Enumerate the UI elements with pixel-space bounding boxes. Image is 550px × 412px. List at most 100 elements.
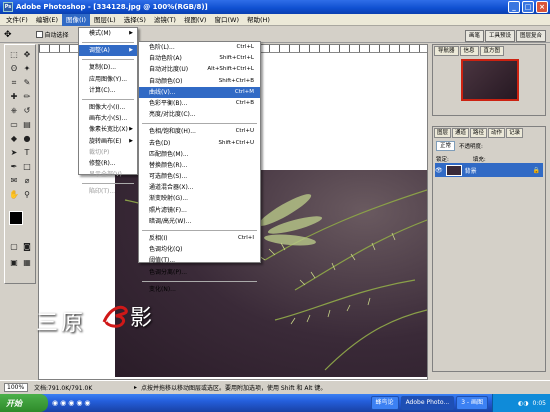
menu-item[interactable]: 可选颜色(S)...	[139, 171, 260, 182]
tab-channels[interactable]: 通道	[452, 128, 470, 138]
tab-layers[interactable]: 图层	[434, 128, 452, 138]
eye-icon[interactable]: 👁	[435, 167, 443, 174]
healing-brush-icon[interactable]: ✚	[8, 91, 20, 103]
taskbar-item-forum[interactable]: 蜂鸟论	[370, 396, 399, 410]
menu-item[interactable]: 色彩平衡(B)... Ctrl+B	[139, 98, 260, 109]
tab-navigator[interactable]: 导航器	[434, 46, 459, 56]
fullscreen-mode-icon[interactable]: ▦	[21, 257, 33, 269]
menu-item[interactable]: 阈值(T)...	[139, 255, 260, 266]
menu-item[interactable]: 曲线(V)... Ctrl+M	[139, 86, 260, 98]
gradient-tool-icon[interactable]: ▤	[21, 119, 33, 131]
quicklaunch-icons[interactable]: ◉◉◉◉◉	[52, 399, 93, 407]
menu-item[interactable]: 照片滤镜(F)...	[139, 205, 260, 216]
navigator-thumbnail[interactable]	[461, 59, 519, 101]
menu-file[interactable]: 文件(F)	[2, 14, 32, 26]
auto-select-label: 自动选择	[44, 32, 69, 39]
start-button[interactable]: 开始	[0, 394, 48, 412]
system-tray: ◐◑ 0:05	[492, 394, 550, 412]
pen-tool-icon[interactable]: ✒	[8, 161, 20, 173]
clone-stamp-icon[interactable]: ⎈	[8, 105, 20, 117]
slice-tool-icon[interactable]: ✎	[21, 77, 33, 89]
standard-mode-icon[interactable]: ▢	[8, 241, 20, 253]
zoom-tool-icon[interactable]: ⚲	[21, 189, 33, 201]
menu-help[interactable]: 帮助(H)	[243, 14, 274, 26]
menu-select[interactable]: 选择(S)	[120, 14, 150, 26]
menu-item[interactable]: 匹配颜色(M)...	[139, 149, 260, 160]
screen-mode-icon[interactable]: ▣	[8, 257, 20, 269]
menu-item[interactable]: 色调均化(Q)	[139, 244, 260, 255]
taskbar-item-photoshop[interactable]: Adobe Photo...	[400, 396, 455, 410]
tab-histogram[interactable]: 直方图	[479, 46, 505, 56]
menu-item[interactable]: 计算(C)...	[79, 85, 137, 96]
menu-item[interactable]: 暗调/高光(W)...	[139, 216, 260, 227]
move-tool-icon[interactable]: ✥	[21, 49, 33, 61]
palette-tab-brushes[interactable]: 画笔	[464, 30, 484, 42]
blur-tool-icon[interactable]: ◆	[8, 133, 20, 145]
menu-item[interactable]: 反相(I) Ctrl+I	[139, 233, 260, 244]
tray-icons[interactable]: ◐◑	[518, 400, 528, 407]
foreground-color-swatch[interactable]	[9, 211, 23, 225]
menu-item[interactable]: 图像大小(I)...	[79, 102, 137, 113]
menu-item[interactable]: 色阶(L)... Ctrl+L	[139, 42, 260, 53]
lasso-tool-icon[interactable]: ʘ	[8, 63, 20, 75]
menu-item[interactable]: 应用图像(Y)...	[79, 74, 137, 85]
marquee-tool-icon[interactable]: ⬚	[8, 49, 20, 61]
menu-item[interactable]: 像素长宽比(X) ▶	[79, 124, 137, 135]
close-button[interactable]: ×	[536, 1, 548, 13]
tab-actions[interactable]: 动作	[488, 128, 506, 138]
menu-filter[interactable]: 滤镜(T)	[150, 14, 180, 26]
tab-info[interactable]: 信息	[459, 46, 479, 56]
menu-item[interactable]: 色相/饱和度(H)... Ctrl+U	[139, 126, 260, 137]
menu-item[interactable]: 色调分离(P)...	[139, 267, 260, 278]
menu-item[interactable]: 渐变映射(G)...	[139, 193, 260, 204]
type-tool-icon[interactable]: T	[21, 147, 33, 159]
menu-item[interactable]: 自动色阶(A) Shift+Ctrl+L	[139, 53, 260, 64]
submenu-arrow-icon: ▶	[129, 47, 133, 54]
path-select-icon[interactable]: ➤	[8, 147, 20, 159]
arrow-icon[interactable]: ▸	[134, 384, 137, 391]
minimize-button[interactable]: _	[508, 1, 520, 13]
menu-item[interactable]: 调整(A) ▶	[79, 45, 137, 57]
menu-item[interactable]: 旋转画布(E) ▶	[79, 136, 137, 147]
layer-row-background[interactable]: 👁 背景 🔒	[435, 163, 543, 177]
history-brush-icon[interactable]: ↺	[21, 105, 33, 117]
hand-tool-icon[interactable]: ✋	[8, 189, 20, 201]
shape-tool-icon[interactable]: □	[21, 161, 33, 173]
blend-mode-select[interactable]: 正常	[436, 141, 456, 151]
menu-item-label: 计算(C)...	[89, 86, 116, 94]
menu-edit[interactable]: 编辑(E)	[32, 14, 62, 26]
menu-window[interactable]: 窗口(W)	[210, 14, 243, 26]
notes-tool-icon[interactable]: ✉	[8, 175, 20, 187]
menu-view[interactable]: 视图(V)	[180, 14, 211, 26]
menu-item[interactable]: 去色(D) Shift+Ctrl+U	[139, 138, 260, 149]
menu-item[interactable]: 通道混合器(X)...	[139, 182, 260, 193]
menu-item[interactable]: 模式(M) ▶	[79, 28, 137, 39]
crop-tool-icon[interactable]: ⌗	[8, 77, 20, 89]
tab-history[interactable]: 记录	[506, 128, 524, 138]
menu-item[interactable]: 自动对比度(U) Alt+Shift+Ctrl+L	[139, 64, 260, 75]
menu-item[interactable]: 复制(D)...	[79, 62, 137, 73]
menu-item[interactable]: 变化(N)...	[139, 284, 260, 295]
tab-paths[interactable]: 路径	[470, 128, 488, 138]
menu-item[interactable]: 画布大小(S)...	[79, 113, 137, 124]
menu-item[interactable]: 亮度/对比度(C)...	[139, 109, 260, 120]
menu-item[interactable]: 自动颜色(O) Shift+Ctrl+B	[139, 76, 260, 87]
auto-select-checkbox[interactable]	[35, 31, 43, 38]
quick-mask-icon[interactable]: ◙	[21, 241, 33, 253]
menu-layer[interactable]: 图层(L)	[90, 14, 120, 26]
palette-tab-tool-presets[interactable]: 工具预设	[484, 30, 515, 42]
taskbar-item-paint[interactable]: 3 - 画图	[456, 396, 488, 410]
eyedropper-tool-icon[interactable]: ⌀	[21, 175, 33, 187]
magic-wand-tool-icon[interactable]: ✦	[21, 63, 33, 75]
menu-image[interactable]: 图像(I)	[62, 13, 90, 26]
eraser-tool-icon[interactable]: ▭	[8, 119, 20, 131]
menu-item[interactable]: 修整(R)...	[79, 158, 137, 169]
menu-item[interactable]: 替换颜色(R)...	[139, 160, 260, 171]
maximize-button[interactable]: □	[522, 1, 534, 13]
photoshop-app-icon: Ps	[3, 2, 13, 12]
dodge-tool-icon[interactable]: ●	[21, 133, 33, 145]
move-tool-icon[interactable]: ✥	[4, 30, 12, 40]
brush-tool-icon[interactable]: ✏	[21, 91, 33, 103]
palette-tab-layer-comps[interactable]: 图层复合	[515, 30, 546, 42]
zoom-field[interactable]: 100%	[4, 383, 28, 392]
